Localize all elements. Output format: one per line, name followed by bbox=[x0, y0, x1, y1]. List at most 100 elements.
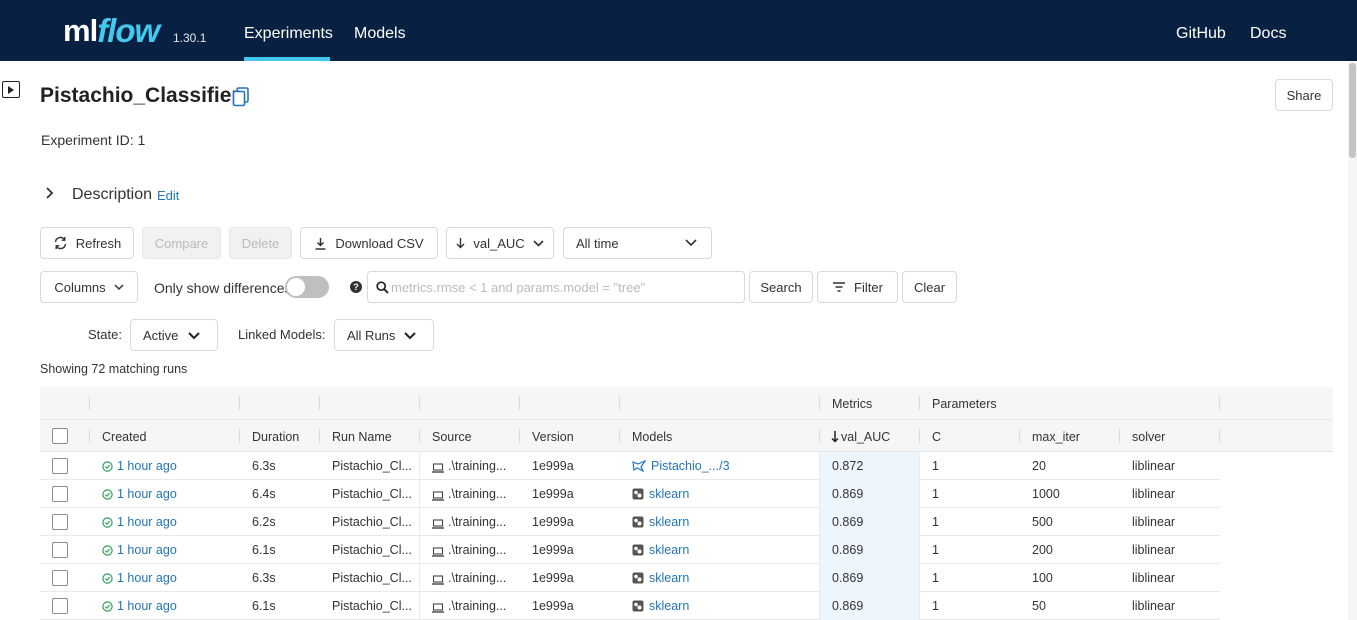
sklearn-icon bbox=[632, 488, 644, 503]
chevron-right-icon[interactable] bbox=[44, 186, 54, 200]
param-max-iter-cell: 20 bbox=[1032, 459, 1046, 473]
source-cell[interactable]: .\training... bbox=[448, 599, 506, 613]
refresh-icon bbox=[54, 236, 66, 250]
duration-cell: 6.3s bbox=[252, 571, 276, 585]
param-c-cell: 1 bbox=[932, 599, 939, 613]
val-auc-cell: 0.869 bbox=[832, 571, 864, 585]
clear-button[interactable]: Clear bbox=[902, 271, 957, 303]
table-row[interactable]: 1 hour ago 6.1s Pistachio_Cl... .\training.… bbox=[40, 592, 1220, 620]
table-row[interactable]: 1 hour ago 6.3s Pistachio_Cl... .\training.… bbox=[40, 452, 1220, 480]
filter-button[interactable]: Filter bbox=[817, 271, 898, 303]
source-cell[interactable]: .\training... bbox=[448, 543, 506, 557]
column-header-models[interactable]: Models bbox=[632, 430, 672, 444]
model-link[interactable]: sklearn bbox=[649, 487, 689, 501]
state-select[interactable]: Active bbox=[130, 319, 218, 351]
only-show-differences-toggle[interactable] bbox=[285, 276, 329, 298]
created-link[interactable]: 1 hour ago bbox=[117, 515, 177, 529]
select-all-checkbox[interactable] bbox=[52, 428, 68, 444]
model-link[interactable]: sklearn bbox=[649, 515, 689, 529]
search-button[interactable]: Search bbox=[749, 271, 813, 303]
table-column-header: Created Duration Run Name Source Version… bbox=[40, 420, 1333, 452]
table-row[interactable]: 1 hour ago 6.2s Pistachio_Cl... .\training.… bbox=[40, 508, 1220, 536]
copy-icon[interactable] bbox=[232, 87, 250, 107]
help-icon[interactable]: ? bbox=[350, 281, 362, 293]
description-edit-link[interactable]: Edit bbox=[157, 188, 179, 203]
run-name-cell[interactable]: Pistachio_Cl... bbox=[332, 543, 412, 557]
model-link[interactable]: sklearn bbox=[649, 543, 689, 557]
created-link[interactable]: 1 hour ago bbox=[117, 543, 177, 557]
nav-models[interactable]: Models bbox=[354, 25, 406, 43]
description-label[interactable]: Description bbox=[72, 186, 152, 204]
column-header-source[interactable]: Source bbox=[432, 430, 472, 444]
model-link[interactable]: Pistachio_.../3 bbox=[651, 459, 730, 473]
run-name-cell[interactable]: Pistachio_Cl... bbox=[332, 599, 412, 613]
row-checkbox[interactable] bbox=[52, 514, 68, 530]
row-checkbox[interactable] bbox=[52, 458, 68, 474]
column-header-created[interactable]: Created bbox=[102, 430, 146, 444]
source-cell[interactable]: .\training... bbox=[448, 459, 506, 473]
created-link[interactable]: 1 hour ago bbox=[117, 459, 177, 473]
param-max-iter-cell: 50 bbox=[1032, 599, 1046, 613]
sort-select[interactable]: val_AUC bbox=[446, 227, 554, 259]
column-divider bbox=[819, 564, 820, 592]
columns-label: Columns bbox=[54, 279, 106, 295]
column-divider bbox=[919, 536, 920, 564]
column-header-solver[interactable]: solver bbox=[1132, 430, 1165, 444]
row-checkbox[interactable] bbox=[52, 486, 68, 502]
row-checkbox[interactable] bbox=[52, 570, 68, 586]
nav-github[interactable]: GitHub bbox=[1176, 25, 1226, 43]
source-cell[interactable]: .\training... bbox=[448, 571, 506, 585]
version-cell: 1e999a bbox=[532, 571, 574, 585]
created-link[interactable]: 1 hour ago bbox=[117, 599, 177, 613]
duration-cell: 6.1s bbox=[252, 543, 276, 557]
model-link[interactable]: sklearn bbox=[649, 599, 689, 613]
linked-models-select[interactable]: All Runs bbox=[334, 319, 434, 351]
row-checkbox[interactable] bbox=[52, 598, 68, 614]
param-c-cell: 1 bbox=[932, 543, 939, 557]
model-link[interactable]: sklearn bbox=[649, 571, 689, 585]
run-name-cell[interactable]: Pistachio_Cl... bbox=[332, 515, 412, 529]
column-divider bbox=[819, 592, 820, 620]
sort-descending-icon bbox=[831, 431, 839, 443]
source-cell[interactable]: .\training... bbox=[448, 515, 506, 529]
time-range-select[interactable]: All time bbox=[563, 227, 712, 259]
param-solver-cell: liblinear bbox=[1132, 599, 1176, 613]
column-divider bbox=[919, 592, 920, 620]
share-button[interactable]: Share bbox=[1275, 79, 1333, 111]
table-row[interactable]: 1 hour ago 6.3s Pistachio_Cl... .\training.… bbox=[40, 564, 1220, 592]
created-link[interactable]: 1 hour ago bbox=[117, 487, 177, 501]
refresh-button[interactable]: Refresh bbox=[40, 227, 134, 259]
arrow-down-icon bbox=[456, 238, 465, 249]
laptop-icon bbox=[432, 489, 444, 504]
column-header-c[interactable]: C bbox=[932, 430, 941, 444]
column-header-version[interactable]: Version bbox=[532, 430, 574, 444]
sidebar-toggle-icon[interactable] bbox=[2, 81, 20, 98]
columns-button[interactable]: Columns bbox=[40, 271, 138, 303]
run-name-cell[interactable]: Pistachio_Cl... bbox=[332, 571, 412, 585]
filter-label: Filter bbox=[854, 279, 883, 295]
delete-button[interactable]: Delete bbox=[229, 227, 292, 259]
state-label: State: bbox=[88, 327, 122, 342]
source-cell[interactable]: .\training... bbox=[448, 487, 506, 501]
search-input[interactable] bbox=[391, 276, 736, 298]
toggle-knob bbox=[287, 278, 305, 296]
column-header-duration[interactable]: Duration bbox=[252, 430, 299, 444]
download-csv-button[interactable]: Download CSV bbox=[300, 227, 438, 259]
compare-button[interactable]: Compare bbox=[142, 227, 221, 259]
page-scrollbar[interactable] bbox=[1348, 61, 1357, 620]
column-header-run-name[interactable]: Run Name bbox=[332, 430, 392, 444]
mlflow-logo[interactable]: ml flow bbox=[63, 9, 160, 49]
column-header-val-auc[interactable]: val_AUC bbox=[841, 430, 890, 444]
runs-table: Metrics Parameters Created Duration Run … bbox=[40, 387, 1333, 620]
created-link[interactable]: 1 hour ago bbox=[117, 571, 177, 585]
scrollbar-thumb[interactable] bbox=[1349, 63, 1356, 158]
column-header-max-iter[interactable]: max_iter bbox=[1032, 430, 1080, 444]
row-checkbox[interactable] bbox=[52, 542, 68, 558]
run-name-cell[interactable]: Pistachio_Cl... bbox=[332, 487, 412, 501]
table-row[interactable]: 1 hour ago 6.4s Pistachio_Cl... .\training.… bbox=[40, 480, 1220, 508]
nav-docs[interactable]: Docs bbox=[1250, 25, 1286, 43]
table-row[interactable]: 1 hour ago 6.1s Pistachio_Cl... .\training.… bbox=[40, 536, 1220, 564]
nav-experiments[interactable]: Experiments bbox=[244, 25, 333, 43]
run-name-cell[interactable]: Pistachio_Cl... bbox=[332, 459, 412, 473]
param-c-cell: 1 bbox=[932, 571, 939, 585]
